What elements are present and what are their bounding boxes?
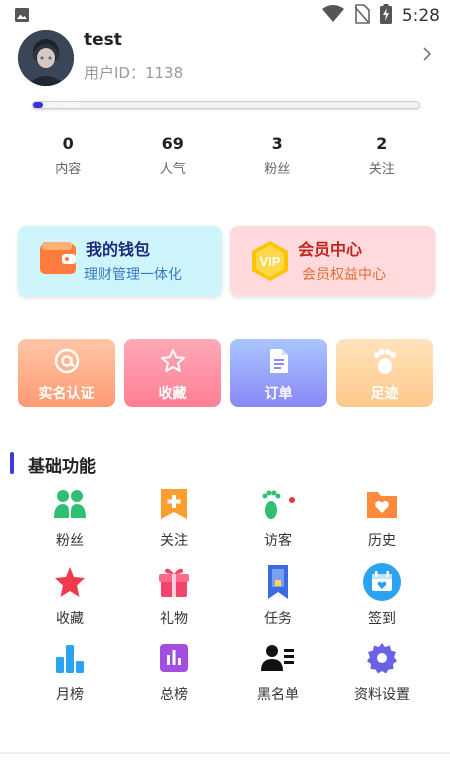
stat-label: 内容 <box>55 162 82 177</box>
settings-gear-icon <box>332 640 432 676</box>
at-icon <box>18 347 115 375</box>
grid-item-gift[interactable]: 礼物 <box>124 564 224 628</box>
clock-time: 5:28 <box>401 6 440 26</box>
calendar-heart-icon <box>332 563 432 601</box>
stat-fans[interactable]: 3 粉丝 <box>225 134 330 177</box>
grid-label: 黑名单 <box>257 687 299 703</box>
battery-charging-icon <box>379 4 392 28</box>
grid-label: 资料设置 <box>354 687 410 703</box>
grid-label: 任务 <box>264 611 292 627</box>
tile-favorites[interactable]: 收藏 <box>124 339 221 407</box>
visitor-footprint-icon <box>228 486 328 522</box>
grid-item-fans[interactable]: 粉丝 <box>20 486 120 550</box>
grid-label: 收藏 <box>56 611 84 627</box>
grid-label: 访客 <box>264 533 292 549</box>
tile-orders[interactable]: 订单 <box>230 339 327 407</box>
stat-following[interactable]: 2 关注 <box>330 134 435 177</box>
tile-label: 足迹 <box>370 386 399 402</box>
follow-icon <box>124 486 224 522</box>
grid-label: 粉丝 <box>56 533 84 549</box>
stats-row: 0 内容 69 人气 3 粉丝 2 关注 <box>16 134 434 177</box>
level-progress-text: 547/1000 <box>47 101 81 109</box>
tile-label: 实名认证 <box>38 386 95 402</box>
tile-footprints[interactable]: 足迹 <box>336 339 433 407</box>
fans-icon <box>20 486 120 522</box>
stat-content[interactable]: 0 内容 <box>16 134 121 177</box>
ranking-icon <box>124 640 224 676</box>
vip-card[interactable]: VIP 会员中心 会员权益中心 <box>230 226 435 296</box>
star-outline-icon <box>124 347 221 375</box>
section-accent-bar <box>10 452 14 474</box>
task-bookmark-icon <box>228 564 328 600</box>
gift-icon <box>124 564 224 600</box>
stat-value: 2 <box>376 134 388 153</box>
grid-item-favorites[interactable]: 收藏 <box>20 564 120 628</box>
no-sim-icon <box>354 4 370 28</box>
user-id: 用户ID：1138 <box>84 64 184 82</box>
stat-label: 粉丝 <box>264 162 291 177</box>
grid-label: 月榜 <box>56 687 84 703</box>
grid-label: 总榜 <box>160 687 188 703</box>
wallet-icon <box>40 242 76 280</box>
grid-item-history[interactable]: 历史 <box>332 486 432 550</box>
tile-label: 订单 <box>264 386 293 402</box>
vip-subtitle: 会员权益中心 <box>302 267 386 283</box>
tile-label: 收藏 <box>158 386 187 402</box>
blacklist-user-icon <box>228 640 328 676</box>
grid-label: 签到 <box>368 611 396 627</box>
document-icon <box>230 347 327 375</box>
grid-label: 礼物 <box>160 611 188 627</box>
level-progress-bar: 547/1000 <box>32 101 420 109</box>
section-title: 基础功能 <box>28 457 96 477</box>
wallet-subtitle: 理财管理一体化 <box>84 267 182 283</box>
avatar[interactable] <box>18 30 74 86</box>
history-folder-icon <box>332 486 432 522</box>
vip-badge-text: VIP <box>260 254 281 269</box>
grid-item-task[interactable]: 任务 <box>228 564 328 628</box>
level-progress-fill <box>33 102 43 108</box>
grid-item-total-rank[interactable]: 总榜 <box>124 640 224 704</box>
chevron-right-icon[interactable] <box>422 46 432 66</box>
grid-label: 关注 <box>160 533 188 549</box>
grid-item-profile-settings[interactable]: 资料设置 <box>332 640 432 704</box>
divider <box>0 752 450 754</box>
wallet-title: 我的钱包 <box>86 240 151 259</box>
wallet-card[interactable]: 我的钱包 理财管理一体化 <box>18 226 222 296</box>
username[interactable]: test <box>84 30 122 50</box>
vip-badge-icon: VIP <box>250 240 290 286</box>
stat-value: 69 <box>161 134 184 153</box>
stat-value: 0 <box>62 134 74 153</box>
stat-popularity[interactable]: 69 人气 <box>121 134 226 177</box>
grid-item-visitor[interactable]: 访客 <box>228 486 328 550</box>
wifi-icon <box>321 5 344 27</box>
stat-label: 人气 <box>159 162 186 177</box>
tile-real-name-auth[interactable]: 实名认证 <box>18 339 115 407</box>
bar-chart-icon <box>20 640 120 676</box>
grid-label: 历史 <box>368 533 396 549</box>
stat-value: 3 <box>271 134 283 153</box>
star-icon <box>20 564 120 600</box>
grid-item-blacklist[interactable]: 黑名单 <box>228 640 328 704</box>
grid-item-follow[interactable]: 关注 <box>124 486 224 550</box>
grid-item-checkin[interactable]: 签到 <box>332 563 432 628</box>
grid-item-monthly-rank[interactable]: 月榜 <box>20 640 120 704</box>
status-bar: 5:28 <box>0 0 450 30</box>
footprint-icon <box>336 347 433 375</box>
gallery-icon <box>14 7 30 27</box>
vip-title: 会员中心 <box>298 240 363 259</box>
stat-label: 关注 <box>368 162 395 177</box>
